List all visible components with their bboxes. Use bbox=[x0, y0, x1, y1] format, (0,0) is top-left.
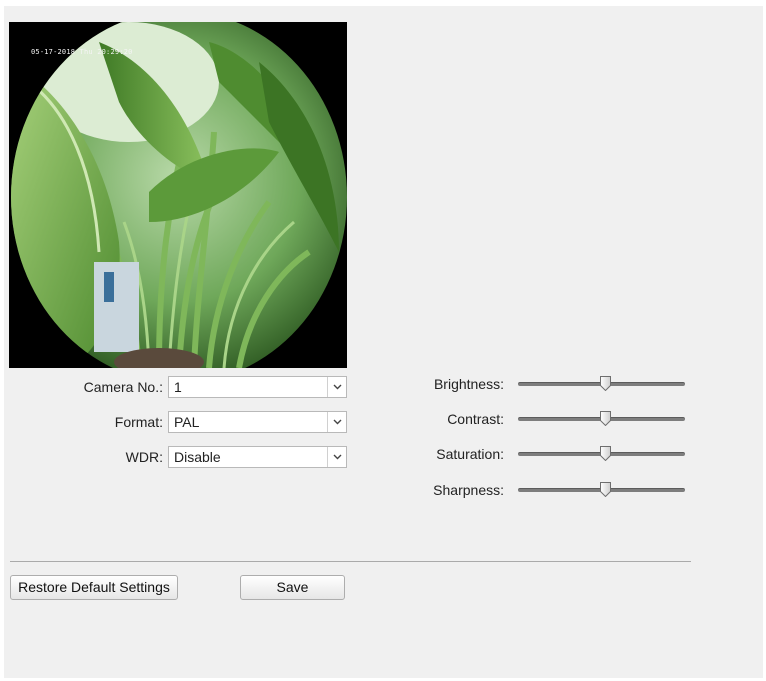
osd-timestamp: 05-17-2018 Thu 20:29:20 bbox=[31, 48, 133, 56]
slider-label-brightness: Brightness: bbox=[433, 376, 504, 392]
restore-default-button[interactable]: Restore Default Settings bbox=[10, 575, 178, 600]
camera-no-value: 1 bbox=[174, 379, 182, 395]
format-select[interactable]: PAL bbox=[168, 411, 347, 433]
slider-label-saturation: Saturation: bbox=[436, 446, 504, 462]
camera-no-select[interactable]: 1 bbox=[168, 376, 347, 398]
divider bbox=[10, 561, 691, 562]
slider-label-sharpness: Sharpness: bbox=[433, 482, 504, 498]
chevron-down-icon[interactable] bbox=[327, 412, 346, 432]
chevron-down-icon[interactable] bbox=[327, 377, 346, 397]
fisheye-image bbox=[9, 22, 347, 368]
slider-label-contrast: Contrast: bbox=[447, 411, 504, 427]
wdr-value: Disable bbox=[174, 449, 221, 465]
save-button[interactable]: Save bbox=[240, 575, 345, 600]
camera-no-label: Camera No.: bbox=[83, 379, 163, 395]
wdr-label: WDR: bbox=[125, 449, 163, 465]
wdr-select[interactable]: Disable bbox=[168, 446, 347, 468]
camera-preview: 05-17-2018 Thu 20:29:20 bbox=[9, 22, 347, 368]
slider-thumb-icon[interactable] bbox=[599, 446, 611, 462]
format-label: Format: bbox=[114, 414, 163, 430]
format-value: PAL bbox=[174, 414, 200, 430]
slider-thumb-icon[interactable] bbox=[599, 411, 611, 427]
slider-thumb-icon[interactable] bbox=[599, 482, 611, 498]
chevron-down-icon[interactable] bbox=[327, 447, 346, 467]
slider-thumb-icon[interactable] bbox=[599, 376, 611, 392]
